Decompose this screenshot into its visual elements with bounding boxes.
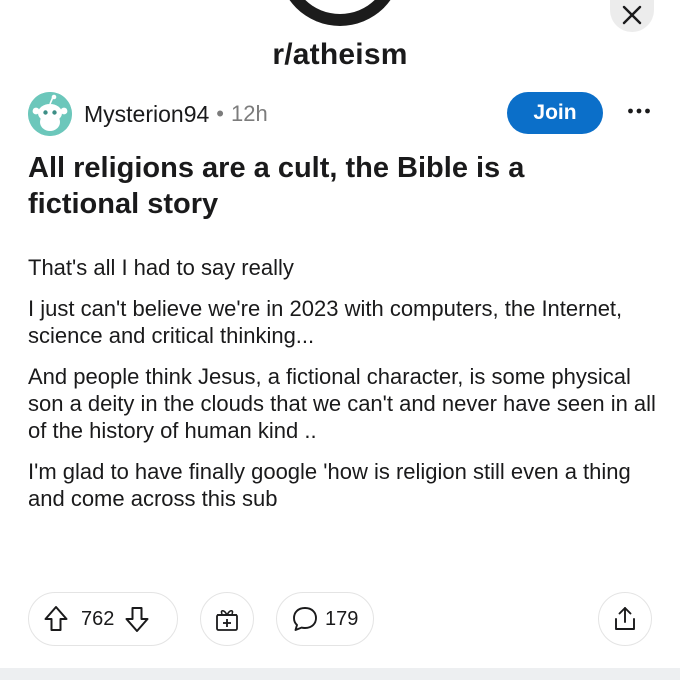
meta-separator: •	[216, 101, 224, 126]
post-body: That's all I had to say really I just ca…	[28, 254, 658, 526]
post-paragraph: I'm glad to have finally google 'how is …	[28, 459, 631, 511]
close-button[interactable]	[610, 0, 654, 32]
share-icon	[615, 607, 635, 630]
upvote-arrow-icon	[44, 606, 68, 631]
post-timestamp: 12h	[230, 101, 268, 126]
award-gift-icon	[216, 609, 238, 631]
avatar[interactable]	[28, 92, 72, 136]
more-options-button[interactable]	[621, 96, 657, 126]
share-button[interactable]	[598, 592, 652, 646]
subreddit-name[interactable]: r/atheism	[0, 38, 680, 72]
upvote-button[interactable]	[43, 605, 69, 633]
join-button[interactable]: Join	[507, 92, 603, 134]
comment-bubble-icon	[293, 607, 317, 631]
more-options-icon	[628, 108, 650, 114]
footer-divider	[0, 668, 680, 680]
post-action-bar: 762 179	[28, 592, 652, 646]
post-meta: Mysterion94 • 12h	[28, 92, 268, 136]
snoo-avatar-icon	[28, 92, 72, 136]
community-icon[interactable]	[278, 0, 402, 26]
post-paragraph: And people think Jesus, a fictional char…	[28, 364, 656, 443]
vote-control: 762	[28, 592, 178, 646]
comment-count: 179	[325, 607, 359, 630]
post-paragraph: I just can't believe we're in 2023 with …	[28, 296, 623, 348]
award-button[interactable]	[200, 592, 254, 646]
post-paragraph: That's all I had to say really	[28, 255, 294, 280]
post-title[interactable]: All religions are a cult, the Bible is a…	[28, 150, 628, 222]
close-icon	[622, 5, 642, 25]
post-page: r/atheism Mysterion94 • 12h Join All rel…	[0, 0, 680, 680]
downvote-button[interactable]	[124, 605, 150, 633]
vote-count: 762	[81, 607, 115, 630]
author-username[interactable]: Mysterion94	[84, 101, 209, 128]
comment-icon-wrap	[291, 605, 319, 633]
comments-button[interactable]: 179	[276, 592, 374, 646]
downvote-arrow-icon	[125, 607, 149, 632]
